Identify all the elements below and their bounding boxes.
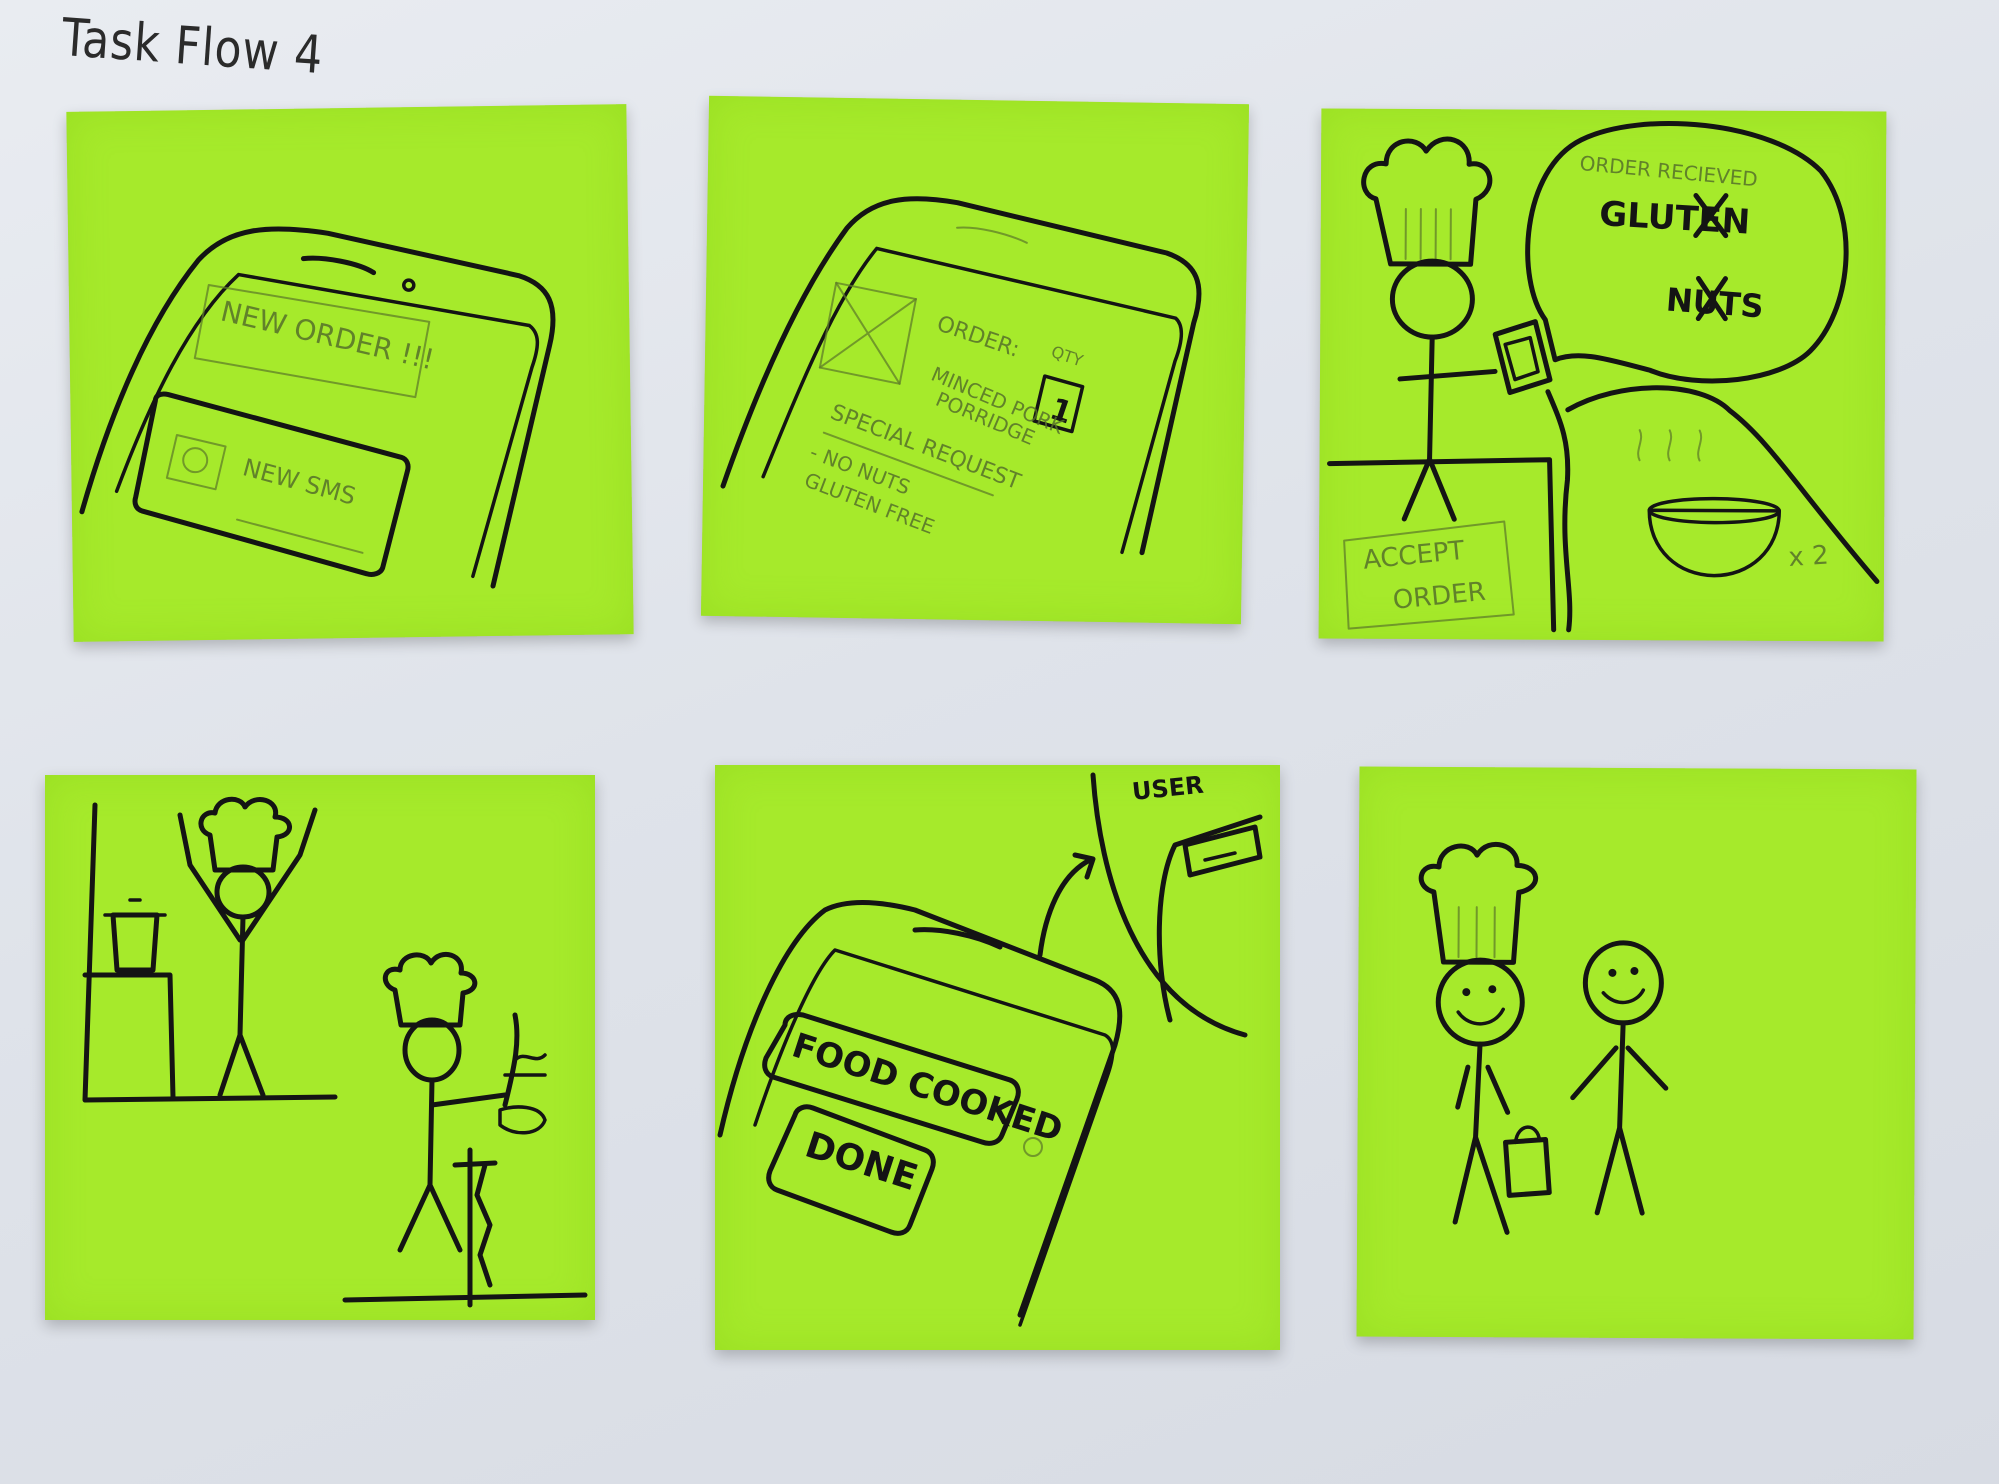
- done-button[interactable]: DONE: [766, 1104, 936, 1236]
- notification-text: NEW ORDER !!!: [218, 295, 438, 377]
- user-label: USER: [1131, 771, 1205, 806]
- quantity-label: x 2: [1788, 540, 1830, 573]
- pan-icon: [498, 1105, 547, 1135]
- sticky-note-2: ORDER: QTY 1 MINCED PORK PORRIDGE SPECIA…: [700, 95, 1250, 625]
- cheering-chef-figure: [177, 796, 318, 1098]
- floor-line: [342, 1292, 588, 1303]
- sticky-note-1: NEW ORDER !!! NEW SMS: [66, 104, 634, 642]
- sticky-note-5: FOOD COOKED DONE USER: [715, 765, 1280, 1350]
- chef-hat-icon: [198, 796, 292, 873]
- accept-line-2: ORDER: [1391, 577, 1487, 616]
- shopping-bag-icon: [1503, 1125, 1552, 1198]
- panel-2-sketch: ORDER: QTY 1 MINCED PORK PORRIDGE SPECIA…: [720, 196, 1202, 556]
- qty-label: QTY: [1049, 342, 1086, 370]
- thought-bubble-food: x 2: [1545, 385, 1880, 633]
- arrow-icon: [1037, 852, 1096, 958]
- food-image-placeholder: [818, 281, 917, 385]
- chef-hat-icon: [1361, 136, 1493, 267]
- sms-app-icon: [165, 434, 227, 491]
- panel-3-sketch: ORDER RECIEVED GLUTEN NUTS x 2 ACCEPT OR…: [1327, 121, 1880, 633]
- panel-1-sketch: NEW ORDER !!! NEW SMS: [79, 226, 556, 589]
- sticky-note-3: ORDER RECIEVED GLUTEN NUTS x 2 ACCEPT OR…: [1318, 108, 1887, 642]
- smiling-face-icon: [1582, 940, 1664, 1026]
- order-label: ORDER:: [934, 311, 1023, 362]
- handheld-phone-icon: [1492, 319, 1553, 396]
- panel-5-sketch: FOOD COOKED DONE USER: [717, 771, 1263, 1327]
- user-phone-corner: USER: [1090, 771, 1263, 1038]
- sms-notification-card[interactable]: NEW SMS: [132, 391, 411, 578]
- accept-order-button[interactable]: ACCEPT ORDER: [1343, 520, 1515, 630]
- happy-customer-figure: [1570, 940, 1669, 1216]
- done-label: DONE: [800, 1125, 922, 1200]
- bubble-title: ORDER RECIEVED: [1579, 151, 1759, 191]
- sticky-note-6: [1356, 766, 1917, 1340]
- panel-6-sketch: [1418, 842, 1669, 1235]
- chef-head-icon: [1389, 258, 1475, 340]
- chat-bubble-icon: [182, 447, 209, 474]
- accept-line-1: ACCEPT: [1362, 536, 1466, 576]
- chef-hat-icon: [1418, 842, 1539, 965]
- smiling-face-icon: [1435, 957, 1525, 1047]
- stove-pot-icon: [82, 898, 176, 1100]
- chef-hat-icon: [383, 951, 478, 1028]
- thought-bubble-order: ORDER RECIEVED GLUTEN NUTS: [1525, 121, 1849, 384]
- bubble-item-gluten: GLUTEN: [1598, 194, 1751, 243]
- phone-sketch: [79, 226, 556, 589]
- user-notification-icon: [1182, 824, 1263, 878]
- sms-label: NEW SMS: [240, 453, 359, 510]
- cooking-chef-figure: [383, 951, 547, 1308]
- board-title: Task Flow 4: [59, 8, 326, 87]
- sticky-note-4: [45, 775, 595, 1320]
- panel-4-sketch: [82, 796, 588, 1308]
- happy-chef-figure: [1418, 842, 1539, 1235]
- notification-banner[interactable]: NEW ORDER !!!: [193, 282, 438, 400]
